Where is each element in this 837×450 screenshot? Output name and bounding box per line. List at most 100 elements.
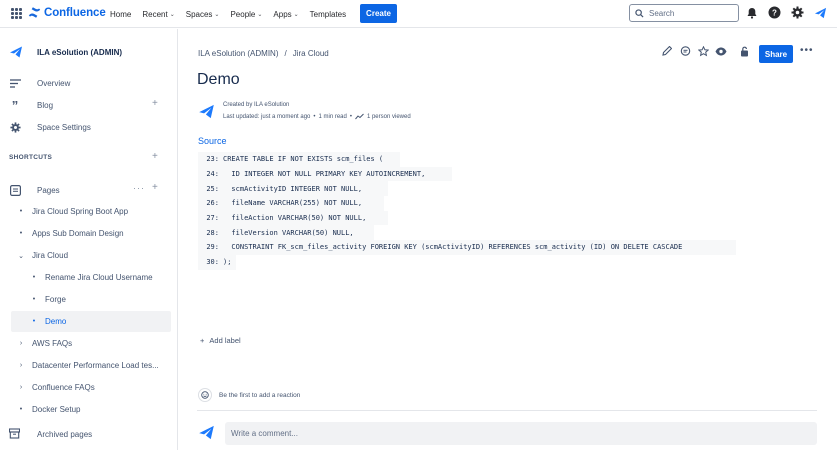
bullet-icon: •: [19, 208, 23, 215]
comment-icon[interactable]: [679, 45, 691, 57]
tree-item[interactable]: • Apps Sub Domain Design: [16, 229, 124, 238]
sidebar: ILA eSolution (ADMIN) Overview ” Blog + …: [0, 29, 178, 450]
created-by: Created by ILA eSolution: [223, 102, 290, 108]
code-line: 29: CONSTRAINT FK_scm_files_activity FOR…: [198, 240, 736, 255]
read-time: 1 min read: [318, 113, 347, 120]
breadcrumb: ILA eSolution (ADMIN) / Jira Cloud: [198, 49, 329, 58]
reaction-prompt: Be the first to add a reaction: [219, 391, 301, 399]
chevron-down-icon[interactable]: ⌄: [16, 252, 26, 260]
share-button[interactable]: Share: [759, 45, 793, 63]
code-line: 28: fileVersion VARCHAR(50) NULL,: [198, 225, 374, 241]
chevron-down-icon: ⌄: [293, 11, 299, 18]
breadcrumb-separator: /: [284, 49, 287, 58]
tree-item[interactable]: • Forge: [29, 295, 66, 304]
tree-item[interactable]: › AWS FAQs: [16, 339, 72, 348]
plus-icon: +: [200, 336, 205, 345]
tree-item[interactable]: • Docker Setup: [16, 405, 81, 414]
search-icon: [635, 8, 644, 18]
page-metadata: Last updated: just a moment ago • 1 min …: [223, 113, 411, 120]
confluence-logo-icon: [28, 7, 41, 18]
commenter-avatar-icon: [199, 425, 214, 440]
edit-icon[interactable]: [661, 45, 673, 57]
restrictions-lock-icon[interactable]: [739, 45, 751, 57]
tree-item[interactable]: › Datacenter Performance Load tes...: [16, 361, 159, 370]
source-heading: Source: [198, 136, 227, 146]
bullet-icon: •: [19, 230, 23, 237]
bullet-icon: •: [32, 274, 36, 281]
chevron-right-icon[interactable]: ›: [16, 362, 26, 369]
add-blog-icon[interactable]: +: [152, 98, 158, 109]
bullet-icon: •: [32, 318, 36, 325]
overview-icon: [9, 77, 21, 89]
analytics-icon: [355, 113, 364, 120]
divider: [197, 410, 817, 411]
notifications-icon[interactable]: [745, 6, 758, 19]
tree-item[interactable]: › Confluence FAQs: [16, 383, 95, 392]
profile-avatar-icon[interactable]: [814, 6, 827, 19]
view-count[interactable]: 1 person viewed: [367, 114, 411, 120]
add-label-button[interactable]: + Add label: [200, 336, 241, 345]
page-actions: [661, 45, 757, 57]
tree-item[interactable]: ⌄ Jira Cloud: [16, 251, 68, 260]
settings-icon[interactable]: [791, 6, 804, 19]
author-avatar-icon: [199, 104, 214, 119]
code-line: 24: ID INTEGER NOT NULL PRIMARY KEY AUTO…: [198, 166, 452, 182]
chevron-down-icon: ⌄: [214, 11, 220, 18]
sidebar-item-overview[interactable]: Overview: [9, 77, 70, 89]
add-page-icon[interactable]: +: [152, 182, 158, 193]
create-button[interactable]: Create: [360, 4, 397, 23]
breadcrumb-parent[interactable]: Jira Cloud: [293, 49, 329, 58]
app-switcher-icon[interactable]: [11, 8, 22, 19]
search-input[interactable]: Search: [629, 4, 739, 22]
nav-templates[interactable]: Templates: [310, 10, 346, 19]
bullet-icon: •: [32, 296, 36, 303]
chevron-right-icon[interactable]: ›: [16, 340, 26, 347]
gear-icon: [9, 121, 21, 133]
more-actions-icon[interactable]: •••: [800, 45, 814, 56]
code-line: 27: fileAction VARCHAR(50) NOT NULL,: [198, 210, 388, 226]
chevron-down-icon: ⌄: [257, 11, 263, 18]
sidebar-item-space-settings[interactable]: Space Settings: [9, 121, 91, 133]
comment-input[interactable]: Write a comment...: [225, 422, 817, 445]
space-header[interactable]: ILA eSolution (ADMIN): [9, 45, 122, 59]
chevron-right-icon[interactable]: ›: [16, 384, 26, 391]
confluence-logo[interactable]: Confluence: [28, 6, 106, 19]
code-line: 26: fileName VARCHAR(255) NOT NULL,: [198, 196, 384, 211]
sidebar-item-pages[interactable]: Pages: [9, 184, 60, 196]
space-avatar-icon: [10, 46, 22, 58]
add-reaction-icon[interactable]: [198, 388, 212, 402]
nav-apps[interactable]: Apps ⌄: [273, 10, 298, 19]
space-name: ILA eSolution (ADMIN): [37, 47, 123, 57]
star-icon[interactable]: [697, 45, 709, 57]
archive-icon: [8, 428, 21, 440]
nav-people[interactable]: People ⌄: [230, 10, 262, 19]
help-icon[interactable]: ?: [768, 6, 781, 19]
reaction-bar: Be the first to add a reaction: [198, 388, 300, 402]
top-navigation: Confluence Home Recent ⌄ Spaces ⌄ People ⌄ …: [0, 0, 837, 28]
code-line: 23: CREATE TABLE IF NOT EXISTS scm_files …: [198, 152, 400, 167]
add-shortcut-icon[interactable]: +: [152, 151, 158, 162]
page-title: Demo: [197, 71, 240, 88]
code-block: 23: CREATE TABLE IF NOT EXISTS scm_files …: [198, 152, 738, 270]
shortcuts-heading: SHORTCUTS: [9, 154, 53, 161]
sidebar-item-archived-pages[interactable]: Archived pages: [8, 428, 92, 440]
nav-spaces[interactable]: Spaces ⌄: [186, 10, 220, 19]
chevron-down-icon: ⌄: [169, 11, 175, 18]
pages-icon: [9, 184, 21, 196]
nav-home[interactable]: Home: [110, 10, 131, 19]
code-line: 25: scmActivityID INTEGER NOT NULL,: [198, 181, 388, 197]
bullet-icon: •: [19, 406, 23, 413]
more-actions-icon[interactable]: ···: [133, 183, 145, 193]
tree-item-demo[interactable]: • Demo: [29, 317, 67, 326]
last-updated: Last updated: just a moment ago: [223, 113, 311, 120]
quote-icon: ”: [11, 97, 19, 113]
search-placeholder: Search: [649, 8, 675, 18]
breadcrumb-space[interactable]: ILA eSolution (ADMIN): [198, 49, 278, 58]
sidebar-item-blog[interactable]: ” Blog: [9, 97, 53, 113]
tree-item[interactable]: • Rename Jira Cloud Username: [29, 273, 153, 282]
nav-recent[interactable]: Recent ⌄: [142, 10, 174, 19]
code-line: 30:);: [198, 254, 236, 270]
watch-eye-icon[interactable]: [715, 45, 727, 57]
logo-text: Confluence: [44, 6, 106, 19]
tree-item[interactable]: • Jira Cloud Spring Boot App: [16, 207, 128, 216]
